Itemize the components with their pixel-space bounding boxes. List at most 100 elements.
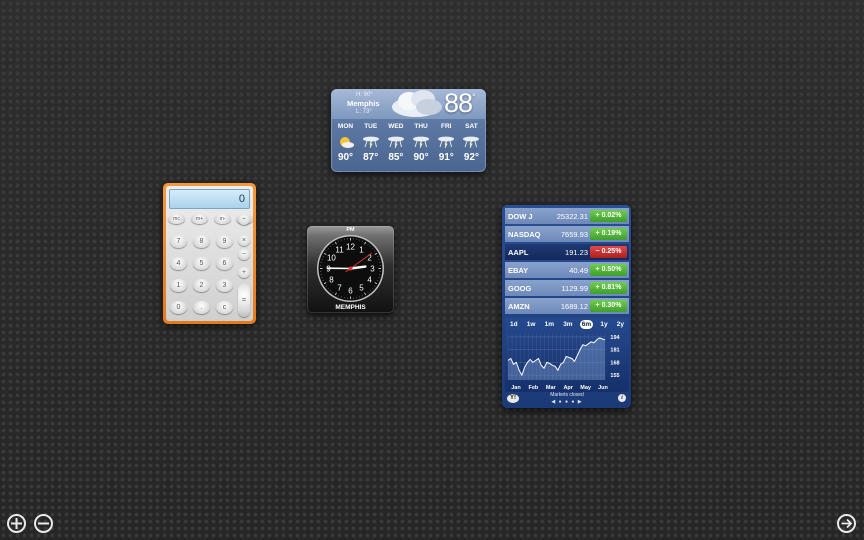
clock-city: MEMPHIS [335, 304, 366, 311]
chart-y-tick-label: 168 [610, 360, 619, 366]
calc-key[interactable]: = [238, 284, 250, 317]
calc-key[interactable]: . [193, 301, 210, 314]
forecast-day: SAT 92° [459, 123, 484, 163]
forecast-day-name: SAT [465, 123, 478, 130]
clock-widget[interactable]: PM 12 1 2 3 4 5 6 7 8 9 10 11 MEMPHIS [307, 226, 394, 313]
stock-row-dowj[interactable]: DOW J 25322.31 + 0.02% [505, 208, 629, 224]
forecast-day: FRI 91° [434, 123, 459, 163]
stock-change-badge[interactable]: + 0.30% [590, 300, 627, 312]
chart-x-tick-label: May [580, 385, 592, 391]
stock-price: 7659.93 [560, 230, 588, 239]
memory-key-mc[interactable]: mc [168, 214, 185, 224]
calc-key[interactable]: + [238, 267, 250, 278]
calculator-display-value: 0 [238, 193, 245, 205]
stocks-widget[interactable]: DOW J 25322.31 + 0.02% NASDAQ 7659.93 + 0… [502, 205, 631, 408]
thunderstorm-icon [434, 134, 459, 150]
stock-change-badge[interactable]: − 0.25% [590, 246, 627, 258]
calc-key[interactable]: 0 [170, 301, 187, 314]
chart-x-tick-label: Apr [563, 385, 573, 391]
forecast-temp: 91° [438, 152, 454, 163]
remove-widget-button[interactable] [34, 514, 53, 533]
chart-x-tick-label: Feb [529, 385, 539, 391]
forecast-day-name: FRI [441, 123, 452, 130]
clock-numeral: 5 [359, 284, 364, 293]
market-status: Markets closed [550, 392, 584, 398]
calc-key[interactable]: × [238, 235, 250, 246]
cloudy-icon [392, 90, 442, 117]
stock-price: 25322.31 [556, 212, 588, 221]
stock-row-ebay[interactable]: EBAY 40.49 + 0.50% [505, 262, 629, 278]
chart-y-tick-label: 155 [610, 373, 619, 379]
calc-key[interactable]: 9 [216, 235, 233, 248]
chart-y-tick-label: 194 [610, 335, 620, 341]
plus-icon [11, 518, 22, 529]
forecast-day: MON 90° [333, 123, 358, 163]
stock-chart-plot: 194 181 168 155 Jan Feb Mar Apr May Jun [507, 334, 621, 391]
thunderstorm-icon [358, 134, 383, 150]
chart-x-tick-label: Jun [598, 385, 608, 391]
stock-symbol: NASDAQ [508, 230, 541, 239]
minus-icon [38, 522, 49, 525]
calc-key[interactable]: 4 [170, 257, 187, 270]
arrow-right-icon [841, 518, 853, 529]
calculator-display: 0 [169, 189, 250, 209]
clock-numeral: 6 [348, 287, 353, 296]
forecast-temp: 85° [388, 152, 404, 163]
stock-change-badge[interactable]: + 0.02% [590, 210, 627, 222]
calc-key[interactable]: 2 [193, 279, 210, 292]
forecast-day-name: MON [337, 123, 354, 130]
forecast-temp: 92° [463, 152, 479, 163]
stock-row-nasdaq[interactable]: NASDAQ 7659.93 + 0.19% [505, 226, 629, 242]
calculator-widget[interactable]: 0 mcm+m-mr789×456−123+0.c=÷ [163, 183, 256, 324]
forecast-row: MON 90° TUE 87° WED 85° THU 90° FRI 91° SAT 9… [333, 123, 484, 163]
thunderstorm-icon [459, 134, 484, 150]
chart-y-tick-label: 181 [610, 348, 619, 354]
current-temperature: 88° [444, 89, 476, 118]
clock-numeral: 10 [327, 254, 336, 263]
forecast-day: TUE 87° [358, 123, 383, 163]
calc-key[interactable]: 6 [216, 257, 233, 270]
memory-key-mminus[interactable]: m- [214, 214, 231, 224]
clock-numeral: 11 [335, 245, 344, 254]
weather-low: L: 73° [356, 109, 372, 115]
stock-symbol: DOW J [508, 212, 533, 221]
stock-change-badge[interactable]: + 0.81% [590, 282, 627, 294]
stock-row-aapl[interactable]: AAPL 191.23 − 0.25% [505, 244, 629, 260]
info-icon[interactable]: i [618, 394, 626, 402]
clock-numeral: 1 [359, 245, 364, 254]
calc-key[interactable]: 3 [216, 279, 233, 292]
stock-chart: 1d 1w 1m 3m 6m 1y 2y 194 181 168 155 Jan Feb Mar Apr M… [505, 318, 629, 392]
stock-symbol: AAPL [508, 248, 529, 257]
calc-key[interactable]: c [216, 301, 233, 314]
clock-numeral: 12 [346, 243, 355, 252]
weather-widget[interactable]: H: 90° Memphis L: 73° 88° MON 90° TUE 87°… [331, 89, 486, 172]
clock-face: 12 1234567891011 [317, 235, 384, 302]
clock-center [348, 266, 353, 271]
stock-change-badge[interactable]: + 0.50% [590, 264, 627, 276]
stock-symbol: GOOG [508, 284, 532, 293]
thunderstorm-icon [383, 134, 408, 150]
calc-key[interactable]: 8 [193, 235, 210, 248]
add-widget-button[interactable] [7, 514, 26, 533]
stock-change-badge[interactable]: + 0.19% [590, 228, 627, 240]
forecast-day-name: TUE [364, 123, 378, 130]
clock-ampm: PM [346, 227, 355, 233]
calc-key[interactable]: − [238, 249, 250, 260]
page-indicator[interactable]: ◀ ● ● ● ▶ [505, 399, 629, 405]
stock-symbol: AMZN [508, 302, 530, 311]
forecast-day: WED 85° [383, 123, 408, 163]
memory-key-mplus[interactable]: m+ [191, 214, 208, 224]
clock-numeral: 9 [326, 265, 331, 274]
calc-key[interactable]: 1 [170, 279, 187, 292]
stock-row-goog[interactable]: GOOG 1129.99 + 0.81% [505, 280, 629, 296]
calc-key[interactable]: 7 [170, 235, 187, 248]
stock-row-amzn[interactable]: AMZN 1689.12 + 0.30% [505, 298, 629, 314]
calc-key[interactable]: 5 [193, 257, 210, 270]
calculator-body: 0 mcm+m-mr789×456−123+0.c=÷ [166, 186, 253, 321]
forecast-day-name: WED [388, 123, 404, 130]
calc-key[interactable]: ÷ [238, 214, 250, 225]
partly-sunny-icon [333, 134, 358, 150]
forecast-temp: 87° [363, 152, 379, 163]
stock-price: 191.23 [565, 248, 588, 257]
next-space-button[interactable] [837, 514, 856, 533]
